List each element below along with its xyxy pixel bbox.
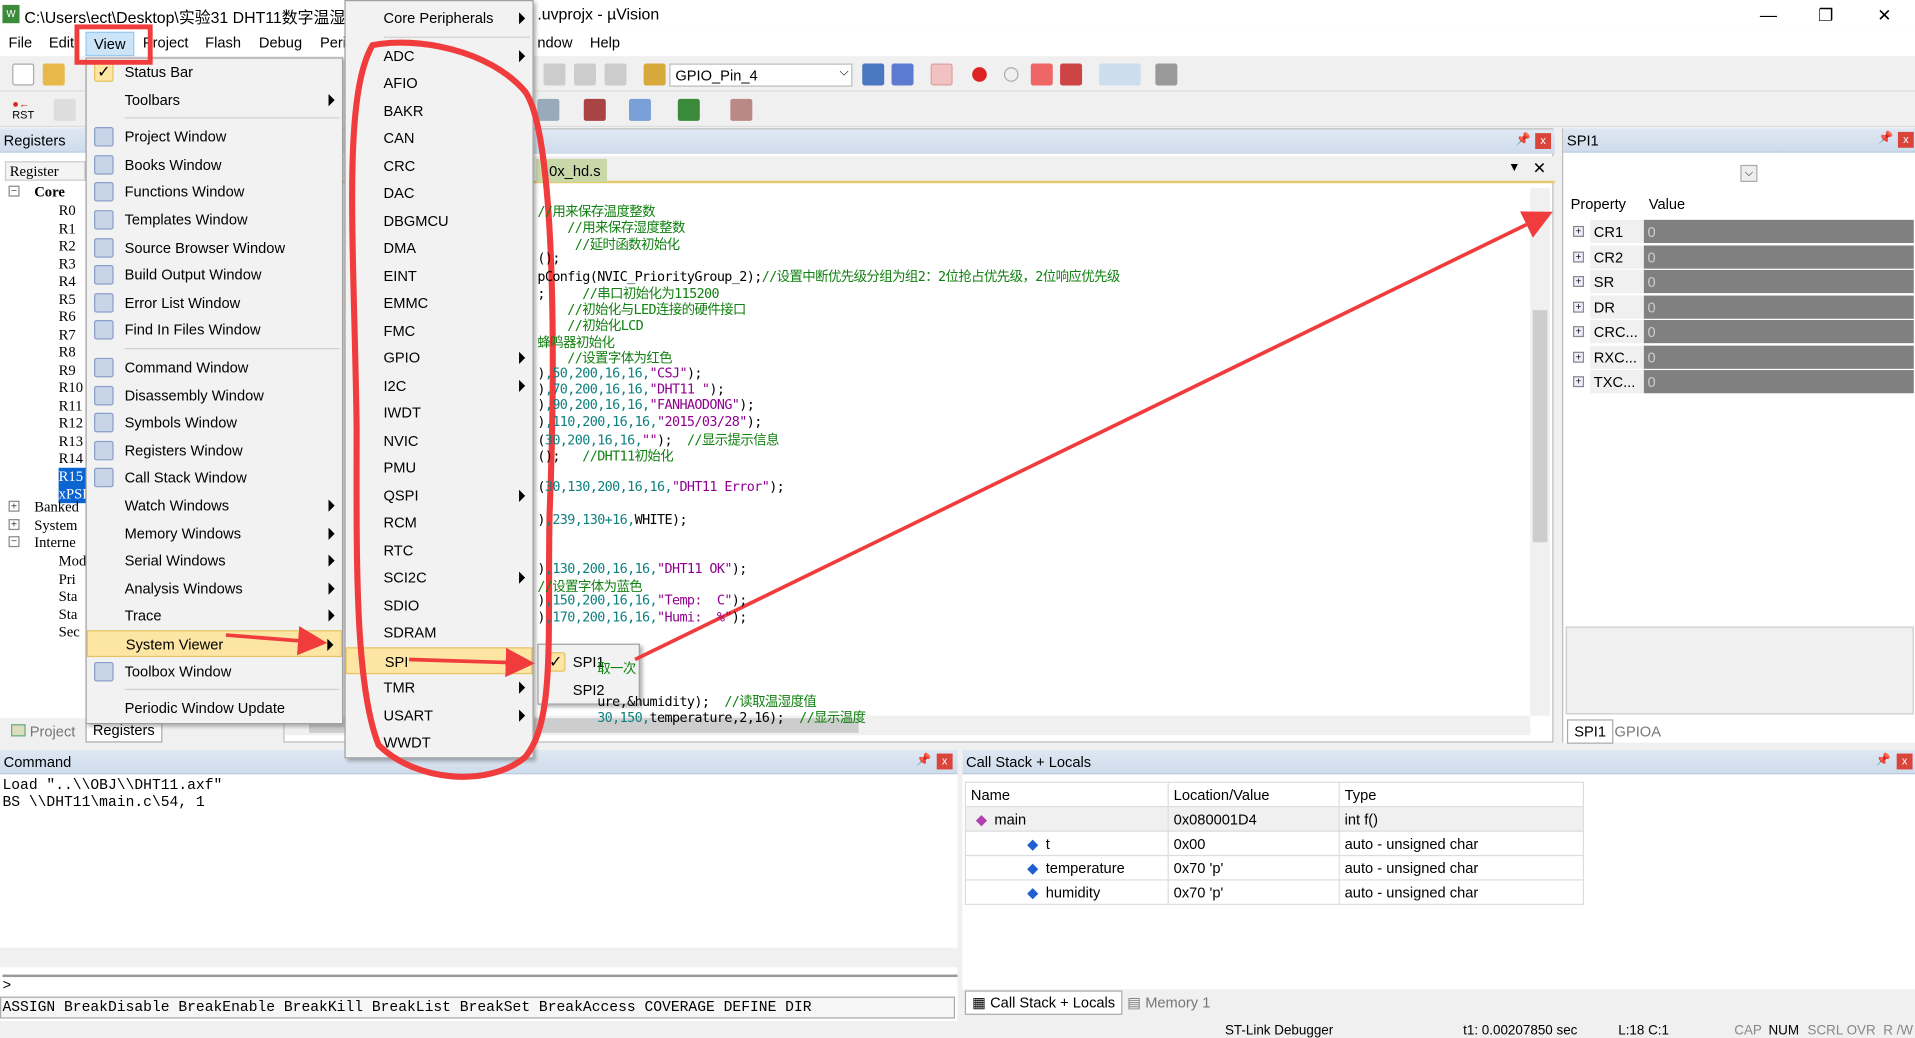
code-token: ); <box>739 397 755 414</box>
code-line[interactable]: (30,130,200,16,16,"DHT11 Error"); <box>537 479 784 495</box>
code-token: ,50,200,16,16, <box>544 364 650 381</box>
code-token: ); <box>731 609 748 626</box>
annotation-arrow-system-viewer <box>225 626 328 656</box>
code-line[interactable]: ),130,200,16,16,"DHT11 OK"); <box>537 560 748 577</box>
code-token: 取一次 <box>537 660 636 677</box>
code-token: //显示温度 <box>799 709 866 726</box>
uvision-window: W C:\Users\ect\Desktop\实验31 DHT11数字温湿 .u… <box>0 0 1915 1038</box>
code-token: "2015/03/28" <box>657 413 747 430</box>
code-line[interactable]: ),150,200,16,16,"Temp: C"); <box>537 592 748 609</box>
code-token: "DHT11 Error" <box>671 478 770 495</box>
code-token: //设置中断优先级分组为组2：2位抢占优先级，2位响应优先级 <box>761 269 1121 286</box>
code-line[interactable]: (); <box>537 250 560 267</box>
code-line[interactable]: ),170,200,16,16,"Humi: %"); <box>537 609 748 626</box>
code-token: "CSJ" <box>649 364 688 381</box>
code-line[interactable]: (); //DHT11初始化 <box>537 446 673 466</box>
code-line[interactable]: ),239,130+16,WHITE); <box>537 511 687 527</box>
code-token: ); <box>731 560 748 577</box>
annotation-overlay <box>74 24 1553 780</box>
code-token: 30,130,200,16,16, <box>544 478 673 495</box>
code-token: "DHT11 " <box>649 380 710 397</box>
code-token: "Temp: C" <box>657 592 732 609</box>
code-token: ,150,200,16,16, <box>544 592 658 609</box>
code-line[interactable]: ),70,200,16,16,"DHT11 "); <box>537 380 725 397</box>
code-line[interactable]: ),50,200,16,16,"CSJ"); <box>537 365 702 381</box>
annotation-loop <box>349 39 556 780</box>
code-token: ); <box>686 364 703 381</box>
annotation-arrow-spi <box>409 647 535 678</box>
code-token: ,110,200,16,16, <box>544 413 658 430</box>
code-token: ,70,200,16,16, <box>544 380 650 397</box>
code-line[interactable]: ),90,200,16,16,"FANHAODONG"); <box>537 397 754 413</box>
code-token: "FANHAODONG" <box>649 397 740 414</box>
code-token: ,130,200,16,16, <box>544 560 658 577</box>
code-line[interactable]: 取一次 <box>537 658 636 678</box>
code-token: temperature,2,16); <box>649 709 800 726</box>
code-token: ,170,200,16,16, <box>544 609 658 626</box>
code-token: (); <box>537 250 560 267</box>
code-token: ); <box>731 592 748 609</box>
code-token: "Humi: %" <box>657 609 732 626</box>
code-token: //DHT11初始化 <box>582 448 674 465</box>
code-token: 30,150, <box>597 709 650 726</box>
code-token: "DHT11 OK" <box>657 560 732 577</box>
code-line[interactable]: 30,150,temperature,2,16); //显示温度 <box>537 707 866 727</box>
code-line[interactable]: ),110,200,16,16,"2015/03/28"); <box>537 413 763 430</box>
annotation-box-view <box>74 24 153 65</box>
code-token: //显示提示信息 <box>686 432 780 449</box>
code-token: (); <box>537 448 583 465</box>
code-token: ); <box>709 380 725 397</box>
code-token: ); <box>746 413 763 430</box>
code-token: ,90,200,16,16, <box>544 397 650 414</box>
code-token: ,239,130+16, <box>544 511 635 528</box>
code-token: WHITE); <box>634 511 688 528</box>
code-token: ); <box>769 478 785 495</box>
